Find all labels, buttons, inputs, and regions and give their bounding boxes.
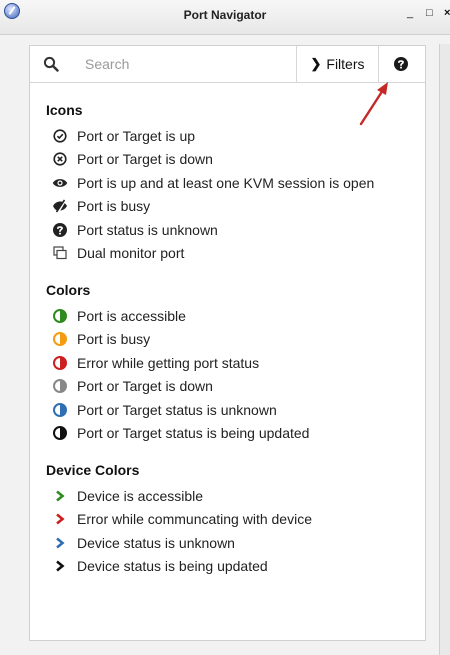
title-bar: Port Navigator _ □ ×: [0, 0, 450, 35]
list-item-label: Port is busy: [77, 331, 151, 348]
search-button[interactable]: [30, 46, 75, 82]
list-item: Device status is being updated: [46, 555, 416, 579]
check-circle-icon: [52, 128, 68, 144]
scrollbar[interactable]: [439, 44, 450, 655]
list-item: Port or Target is down: [46, 375, 416, 399]
list-item: Dual monitor port: [46, 242, 416, 266]
list-item-label: Port is up and at least one KVM session …: [77, 174, 375, 191]
eye-slash-icon: [52, 198, 68, 214]
list-item: Error while getting port status: [46, 351, 416, 375]
list-item-label: Device is accessible: [77, 487, 204, 504]
half-circle-green-icon: [52, 308, 68, 324]
list-item-label: Port or Target status is being updated: [77, 425, 310, 442]
chevron-right-red-icon: [52, 511, 68, 527]
list-item-label: Error while getting port status: [77, 354, 260, 371]
list-item: Device is accessible: [46, 484, 416, 508]
list-item: Port or Target status is unknown: [46, 398, 416, 422]
half-circle-orange-icon: [52, 331, 68, 347]
list-item: Port is accessible: [46, 304, 416, 328]
legend-content: Icons Port or Target is up Port or Targe…: [46, 100, 416, 593]
device-colors-section: Device Colors Device is accessible Error…: [46, 460, 416, 578]
chevron-right-black-icon: [52, 558, 68, 574]
list-item-label: Port is accessible: [77, 307, 186, 324]
maximize-button[interactable]: □: [426, 7, 433, 19]
list-item: Port is up and at least one KVM session …: [46, 171, 416, 195]
help-button[interactable]: [377, 46, 425, 82]
list-item: Device status is unknown: [46, 531, 416, 555]
filters-label: Filters: [326, 56, 365, 72]
chevron-right-icon: ❯: [310, 56, 322, 71]
question-circle-icon: [394, 57, 408, 71]
eye-icon: [52, 175, 68, 191]
search-icon: [43, 56, 59, 72]
half-circle-gray-icon: [52, 378, 68, 394]
chevron-right-green-icon: [52, 488, 68, 504]
list-item-label: Port or Target status is unknown: [77, 401, 277, 418]
list-item-label: Port or Target is down: [77, 378, 213, 395]
list-item-label: Dual monitor port: [77, 245, 185, 262]
minimize-button[interactable]: _: [407, 7, 413, 19]
dual-monitor-icon: [52, 245, 68, 261]
search-input[interactable]: [74, 46, 326, 82]
list-item-label: Error while communcating with device: [77, 511, 312, 528]
list-item-label: Device status is being updated: [77, 558, 268, 575]
chevron-right-blue-icon: [52, 535, 68, 551]
list-item-label: Port status is unknown: [77, 221, 218, 238]
port-navigator-panel: ❯ Filters Icons Port or Target is up: [29, 45, 426, 641]
list-item: Port is busy: [46, 328, 416, 352]
close-button[interactable]: ×: [444, 7, 450, 19]
list-item-label: Device status is unknown: [77, 534, 235, 551]
list-item-label: Port or Target is up: [77, 127, 196, 144]
list-item: Error while communcating with device: [46, 508, 416, 532]
half-circle-blue-icon: [52, 402, 68, 418]
section-title-colors: Colors: [46, 282, 91, 298]
list-item-label: Port is busy: [77, 198, 151, 215]
section-title-device-colors: Device Colors: [46, 462, 140, 478]
list-item: Port status is unknown: [46, 218, 416, 242]
list-item: Port or Target status is being updated: [46, 422, 416, 446]
x-circle-icon: [52, 151, 68, 167]
window-title: Port Navigator: [183, 8, 267, 22]
filters-button[interactable]: ❯ Filters: [296, 46, 379, 82]
question-circle-icon: [52, 222, 68, 238]
list-item: Port is busy: [46, 195, 416, 219]
colors-section: Colors Port is accessible Port is busy E…: [46, 280, 416, 445]
half-circle-black-icon: [52, 425, 68, 441]
half-circle-red-icon: [52, 355, 68, 371]
list-item: Port or Target is down: [46, 148, 416, 172]
list-item-label: Port or Target is down: [77, 151, 213, 168]
annotation-arrow: [359, 82, 388, 126]
